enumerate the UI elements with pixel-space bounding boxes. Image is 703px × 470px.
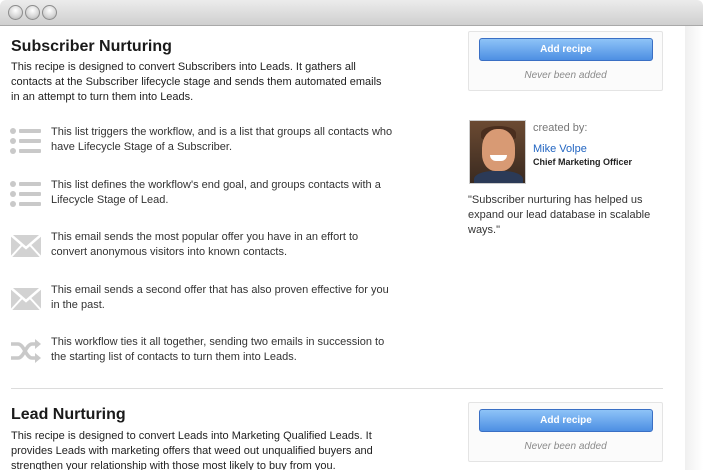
recipe-status: Never been added: [524, 70, 607, 81]
step-description: This email sends a second offer that has…: [51, 284, 389, 311]
list-icon: [10, 181, 41, 207]
workflow-step: This workflow ties it all together, send…: [10, 335, 400, 371]
list-icon: [10, 128, 41, 154]
step-description: This list triggers the workflow, and is …: [51, 126, 393, 153]
recipe-action-panel: Add recipe Never been added: [468, 402, 663, 462]
workflow-step: This list defines the workflow's end goa…: [10, 178, 400, 214]
workflow-step: This list triggers the workflow, and is …: [10, 125, 400, 161]
recipe-title: Subscriber Nurturing: [11, 38, 172, 55]
shuffle-icon: [11, 339, 41, 363]
envelope-icon: [10, 234, 42, 258]
section-divider: [11, 388, 663, 389]
add-recipe-button[interactable]: Add recipe: [479, 38, 653, 61]
author-name-link[interactable]: Mike Volpe: [533, 143, 587, 155]
recipes-page: Subscriber Nurturing This recipe is desi…: [0, 27, 685, 470]
step-description: This list defines the workflow's end goa…: [51, 179, 381, 206]
created-by-label: created by:: [533, 122, 588, 134]
background-window-edge: [685, 26, 703, 470]
recipe-title: Lead Nurturing: [11, 406, 126, 423]
envelope-icon: [10, 287, 42, 311]
workflow-step: This email sends the most popular offer …: [10, 230, 400, 266]
author-avatar: [469, 120, 526, 184]
recipe-status: Never been added: [524, 441, 607, 452]
workflow-step: This email sends a second offer that has…: [10, 283, 400, 319]
recipe-description: This recipe is designed to convert Subsc…: [11, 61, 382, 103]
author-role: Chief Marketing Officer: [533, 157, 633, 167]
step-description: This email sends the most popular offer …: [51, 231, 359, 258]
recipe-description: This recipe is designed to convert Leads…: [11, 430, 373, 470]
maximize-window-button[interactable]: [42, 5, 57, 20]
add-recipe-button[interactable]: Add recipe: [479, 409, 653, 432]
testimonial-quote: "Subscriber nurturing has helped us expa…: [468, 194, 651, 236]
recipe-action-panel: Add recipe Never been added: [468, 31, 663, 91]
step-description: This workflow ties it all together, send…: [51, 336, 385, 363]
minimize-window-button[interactable]: [25, 5, 40, 20]
close-window-button[interactable]: [8, 5, 23, 20]
window-titlebar: [0, 0, 703, 26]
